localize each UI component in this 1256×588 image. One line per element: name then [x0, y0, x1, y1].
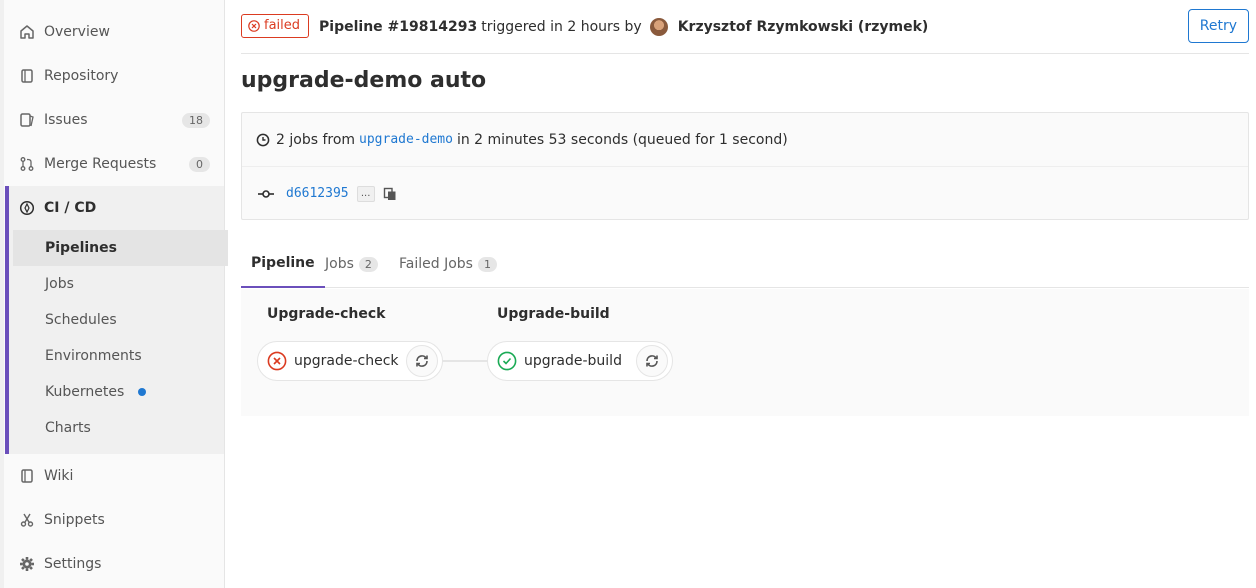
sidebar-item-label: Overview	[44, 24, 110, 40]
sidebar-item-label: Settings	[44, 556, 102, 572]
commit-icon	[258, 189, 274, 199]
sidebar: Overview Repository Issues 18 Merge Requ…	[0, 0, 228, 588]
stage-title: Upgrade-check	[267, 306, 386, 322]
sidebar-item-overview[interactable]: Overview	[18, 20, 210, 44]
sidebar-item-label: Snippets	[44, 512, 105, 528]
job-name: upgrade-build	[524, 353, 622, 369]
user-name-link[interactable]: Krzysztof Rzymkowski (rzymek)	[678, 19, 929, 35]
page-title: upgrade-demo auto	[241, 68, 487, 93]
issues-count-badge: 18	[182, 112, 210, 128]
scissors-icon	[18, 511, 36, 529]
tab-label: Failed Jobs	[399, 256, 473, 272]
sidebar-item-wiki[interactable]: Wiki	[18, 464, 210, 488]
retry-button[interactable]: Retry	[1187, 9, 1249, 43]
sidebar-item-settings[interactable]: Settings	[18, 552, 210, 576]
copy-icon[interactable]	[383, 187, 397, 201]
sidebar-item-label: CI / CD	[44, 200, 97, 216]
tab-label: Pipeline	[251, 255, 315, 271]
sidebar-subitem-environments[interactable]: Environments	[13, 338, 228, 374]
expand-commit-message-button[interactable]: ...	[356, 185, 375, 202]
sidebar-item-snippets[interactable]: Snippets	[18, 508, 210, 532]
jobs-prefix-text: 2 jobs from	[276, 131, 356, 148]
main-content: failed Pipeline #19814293 triggered in 2…	[241, 0, 1249, 588]
rocket-icon	[18, 199, 36, 217]
pipeline-tabs: Pipeline Jobs 2 Failed Jobs 1	[241, 240, 1249, 288]
sidebar-section-cicd: CI / CD Pipelines Jobs Schedules Environ…	[5, 186, 228, 454]
status-badge[interactable]: failed	[241, 13, 310, 38]
pipeline-graph: Upgrade-check Upgrade-build upgrade-chec…	[241, 289, 1249, 416]
pipeline-info: Pipeline #19814293 triggered in 2 hours …	[319, 17, 929, 36]
duration-text: in 2 minutes 53 seconds (queued for 1 se…	[456, 131, 788, 148]
sidebar-item-label: Merge Requests	[44, 156, 157, 172]
retry-job-icon[interactable]	[636, 345, 668, 377]
sidebar-subitem-jobs[interactable]: Jobs	[13, 266, 228, 302]
sidebar-item-label: Kubernetes	[45, 384, 125, 400]
sidebar-subitem-kubernetes[interactable]: Kubernetes	[13, 374, 228, 410]
stage-connector	[442, 360, 488, 362]
pipeline-header: failed Pipeline #19814293 triggered in 2…	[241, 0, 1249, 54]
jobs-summary: 2 jobs from upgrade-demo in 2 minutes 53…	[256, 113, 1236, 166]
tab-jobs[interactable]: Jobs 2	[325, 240, 378, 288]
success-status-icon	[497, 351, 517, 371]
book-icon	[18, 67, 36, 85]
failed-status-icon	[267, 351, 287, 371]
tab-label: Jobs	[325, 256, 354, 272]
issues-icon	[18, 111, 36, 129]
job-upgrade-build[interactable]: upgrade-build	[487, 341, 673, 381]
merge-request-icon	[18, 155, 36, 173]
home-icon	[18, 23, 36, 41]
avatar[interactable]	[649, 17, 668, 36]
sidebar-item-cicd[interactable]: CI / CD	[18, 186, 96, 230]
sidebar-item-label: Wiki	[44, 468, 74, 484]
tab-count-badge: 1	[477, 256, 497, 272]
pipeline-info-box: 2 jobs from upgrade-demo in 2 minutes 53…	[241, 112, 1249, 220]
commit-row: d6612395 ...	[258, 166, 397, 221]
job-name: upgrade-check	[294, 353, 399, 369]
clock-icon	[256, 133, 270, 147]
sidebar-item-merge-requests[interactable]: Merge Requests 0	[18, 152, 210, 176]
job-upgrade-check[interactable]: upgrade-check	[257, 341, 443, 381]
branch-link[interactable]: upgrade-demo	[359, 132, 453, 147]
sidebar-subitem-schedules[interactable]: Schedules	[13, 302, 228, 338]
sidebar-subitem-pipelines[interactable]: Pipelines	[13, 230, 228, 266]
retry-job-icon[interactable]	[406, 345, 438, 377]
status-badge-label: failed	[264, 18, 301, 33]
tab-failed-jobs[interactable]: Failed Jobs 1	[399, 240, 497, 288]
commit-sha-link[interactable]: d6612395	[286, 186, 349, 201]
sidebar-item-label: Repository	[44, 68, 119, 84]
sidebar-item-repository[interactable]: Repository	[18, 64, 210, 88]
tab-pipeline[interactable]: Pipeline	[241, 240, 325, 288]
merge-requests-count-badge: 0	[189, 156, 210, 172]
sidebar-subitem-charts[interactable]: Charts	[13, 410, 228, 446]
failed-status-icon	[248, 19, 260, 32]
sidebar-item-issues[interactable]: Issues 18	[18, 108, 210, 132]
sidebar-item-label: Issues	[44, 112, 88, 128]
book-icon	[18, 467, 36, 485]
triggered-text: triggered in 2 hours by	[481, 18, 642, 35]
new-indicator-dot	[138, 388, 147, 396]
pipeline-id: Pipeline #19814293	[319, 18, 478, 35]
gear-icon	[18, 555, 36, 573]
tab-count-badge: 2	[358, 256, 378, 272]
stage-title: Upgrade-build	[497, 306, 610, 322]
